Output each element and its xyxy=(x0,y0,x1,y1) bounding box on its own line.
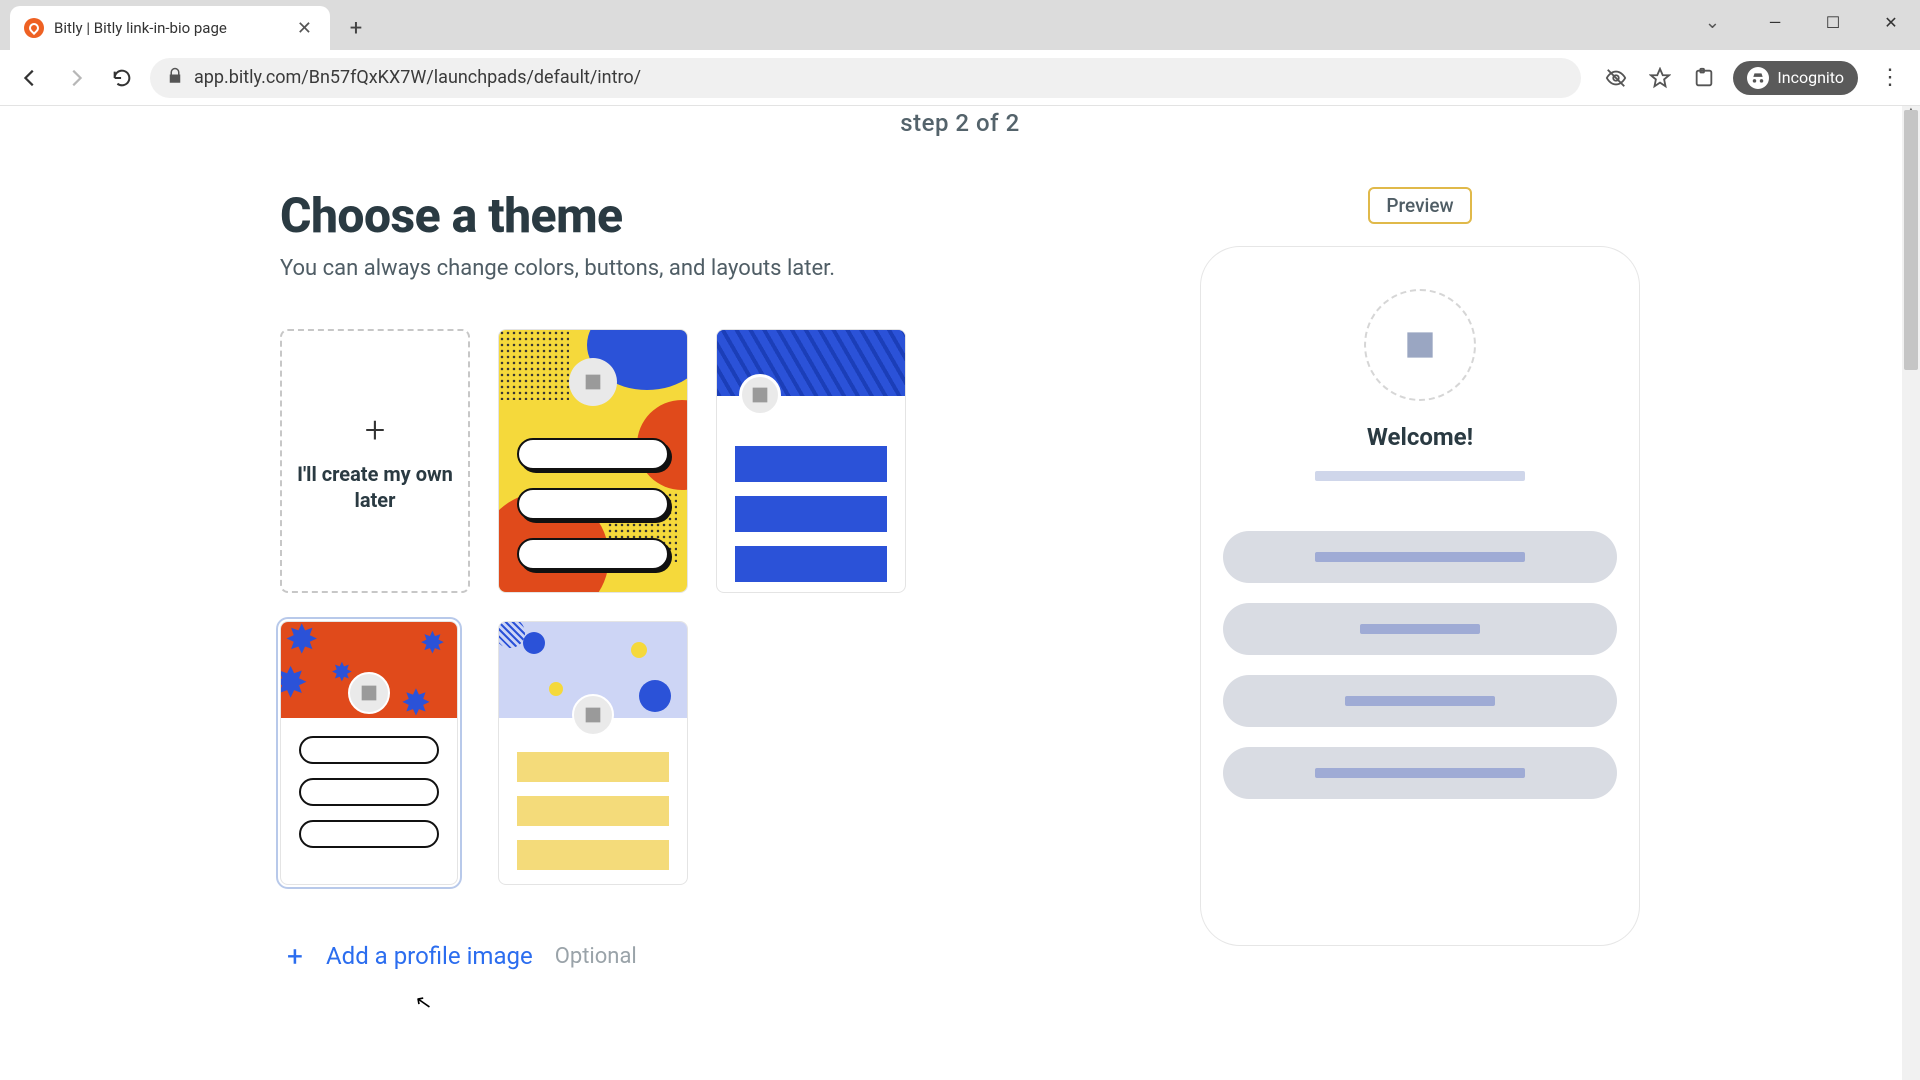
theme-blue-geometric[interactable] xyxy=(716,329,906,593)
lock-icon xyxy=(166,67,184,89)
bookmark-star-icon[interactable] xyxy=(1645,63,1675,93)
browser-tab[interactable]: Bitly | Bitly link-in-bio page ✕ xyxy=(10,6,330,50)
preview-link-placeholder xyxy=(1223,603,1617,655)
incognito-label: Incognito xyxy=(1777,68,1844,87)
address-bar[interactable]: app.bitly.com/Bn57fQxKX7W/launchpads/def… xyxy=(150,58,1581,98)
window-maximize-button[interactable]: ☐ xyxy=(1804,0,1862,44)
theme-orange-stars[interactable]: ✸ ✸ ✸ ✸ ✸ xyxy=(280,621,458,885)
step-indicator: step 2 of 2 xyxy=(0,106,1920,137)
page-subheading: You can always change colors, buttons, a… xyxy=(280,256,1140,281)
page-heading: Choose a theme xyxy=(280,187,1140,244)
incognito-badge[interactable]: Incognito xyxy=(1733,61,1858,95)
preview-subtitle-placeholder xyxy=(1315,471,1525,481)
preview-link-placeholder xyxy=(1223,747,1617,799)
theme-yellow-abstract[interactable] xyxy=(498,329,688,593)
reload-button[interactable] xyxy=(104,60,140,96)
incognito-icon xyxy=(1747,67,1769,89)
avatar-placeholder-icon xyxy=(348,672,390,714)
theme-lavender-confetti[interactable] xyxy=(498,621,688,885)
preview-phone: Welcome! xyxy=(1200,246,1640,946)
tabs-dropdown-icon[interactable]: ⌄ xyxy=(1705,12,1720,33)
eye-blocked-icon[interactable] xyxy=(1601,63,1631,93)
mouse-cursor: ↖ xyxy=(413,989,434,1016)
preview-buttons xyxy=(1223,531,1617,799)
url-text: app.bitly.com/Bn57fQxKX7W/launchpads/def… xyxy=(194,67,641,88)
extensions-icon[interactable] xyxy=(1689,63,1719,93)
tab-close-icon[interactable]: ✕ xyxy=(293,16,316,41)
avatar-placeholder-icon xyxy=(739,374,781,416)
theme-grid: + I'll create my own later xyxy=(280,329,1140,885)
scrollbar-track[interactable]: ▲ xyxy=(1902,106,1920,1080)
preview-link-placeholder xyxy=(1223,675,1617,727)
scrollbar-thumb[interactable] xyxy=(1904,110,1918,370)
back-button[interactable] xyxy=(12,60,48,96)
preview-badge: Preview xyxy=(1368,187,1471,224)
add-profile-image-link[interactable]: + Add a profile image Optional xyxy=(280,941,1140,971)
preview-link-placeholder xyxy=(1223,531,1617,583)
browser-toolbar: app.bitly.com/Bn57fQxKX7W/launchpads/def… xyxy=(0,50,1920,106)
preview-avatar-placeholder xyxy=(1364,289,1476,401)
plus-icon: + xyxy=(365,409,385,451)
avatar-placeholder-icon xyxy=(569,358,617,406)
create-own-label: I'll create my own later xyxy=(282,461,468,513)
browser-titlebar: Bitly | Bitly link-in-bio page ✕ + ⌄ — ☐… xyxy=(0,0,1920,50)
preview-welcome-text: Welcome! xyxy=(1223,423,1617,451)
browser-menu-button[interactable]: ⋮ xyxy=(1872,65,1908,90)
window-close-button[interactable]: ✕ xyxy=(1862,0,1920,44)
tab-title: Bitly | Bitly link-in-bio page xyxy=(54,19,283,37)
forward-button[interactable] xyxy=(58,60,94,96)
window-minimize-button[interactable]: — xyxy=(1746,0,1804,44)
page-content: ▲ step 2 of 2 Choose a theme You can alw… xyxy=(0,106,1920,1080)
avatar-placeholder-icon xyxy=(572,694,614,736)
bitly-favicon xyxy=(24,18,44,38)
new-tab-button[interactable]: + xyxy=(338,10,374,46)
add-profile-label: Add a profile image xyxy=(326,942,533,970)
theme-create-own[interactable]: + I'll create my own later xyxy=(280,329,470,593)
optional-label: Optional xyxy=(555,944,637,969)
plus-icon: + xyxy=(280,941,310,971)
